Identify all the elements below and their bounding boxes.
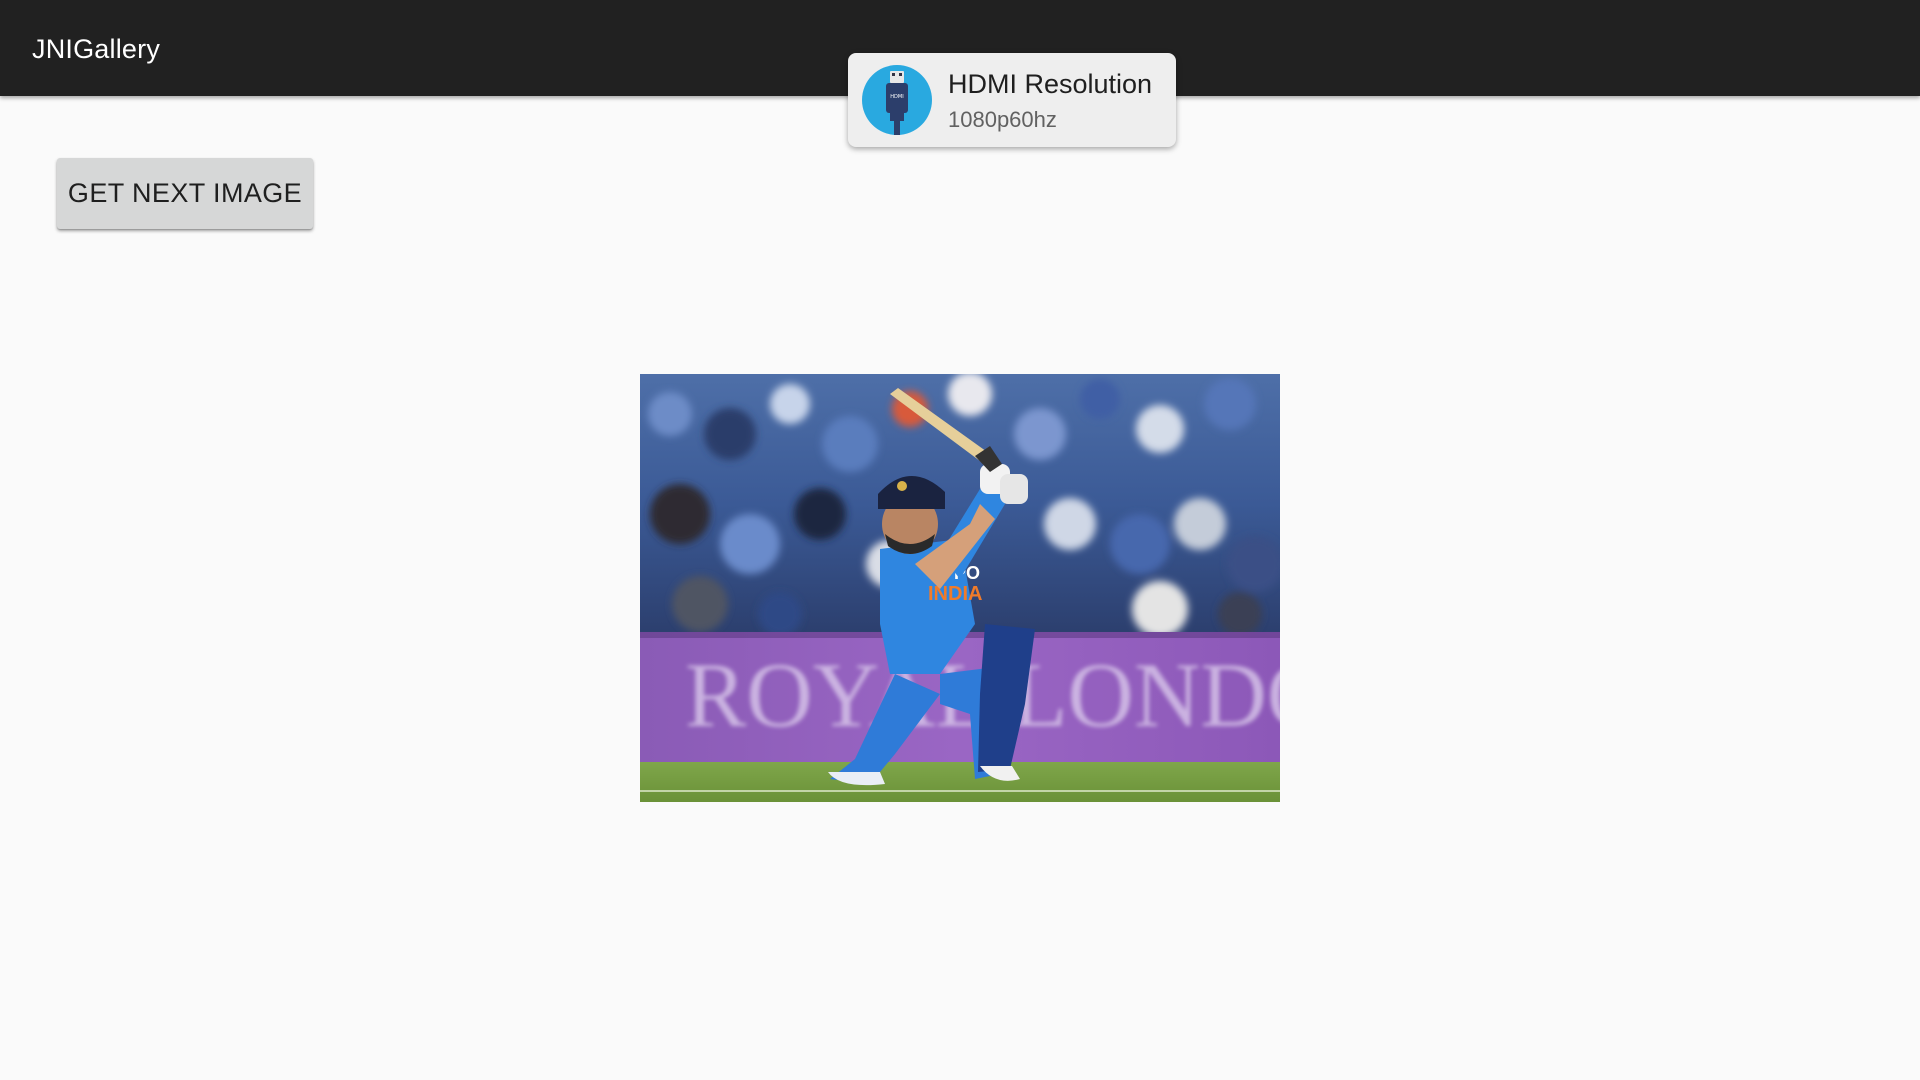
app-title: JNIGallery: [32, 34, 161, 64]
svg-text:INDIA: INDIA: [928, 583, 982, 605]
gallery-image: ROYAL LONDO OPPO INDIA: [640, 374, 1280, 802]
hdmi-notification[interactable]: HDMI HDMI Resolution 1080p60hz: [848, 53, 1176, 147]
hdmi-icon: HDMI: [862, 65, 932, 135]
get-next-image-button[interactable]: GET NEXT IMAGE: [57, 158, 313, 229]
notification-title: HDMI Resolution: [948, 69, 1153, 99]
svg-text:HDMI: HDMI: [890, 94, 903, 100]
notification-subtitle: 1080p60hz: [948, 107, 1057, 132]
